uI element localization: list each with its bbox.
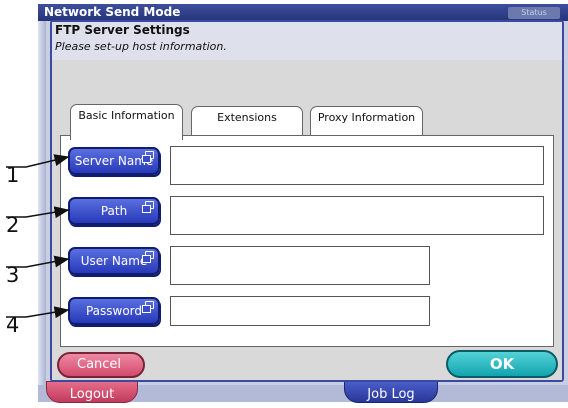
callout-number: 2 (6, 213, 20, 237)
callout-arrows (6, 154, 70, 319)
callout-number: 1 (6, 163, 20, 187)
callout-number: 3 (6, 263, 20, 287)
callout-number: 4 (6, 313, 20, 337)
